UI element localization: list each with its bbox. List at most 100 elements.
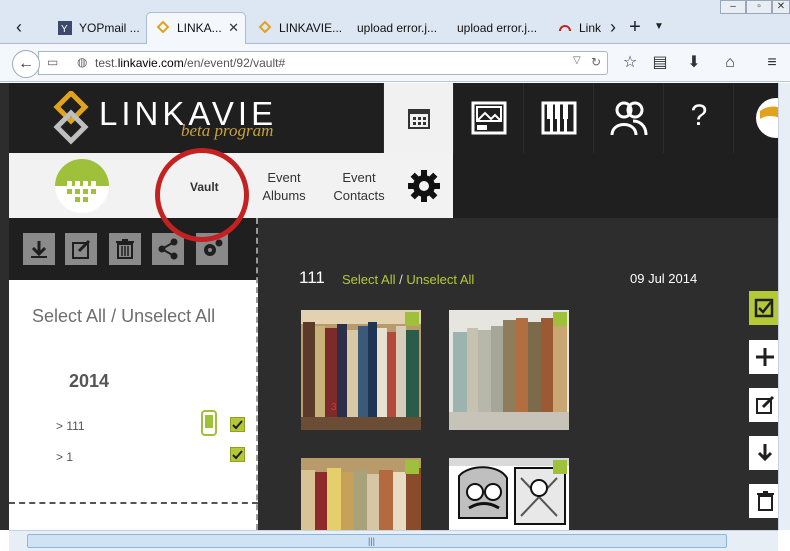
photo-thumbnail[interactable]	[449, 310, 569, 430]
menu-icon[interactable]: ≡	[762, 53, 782, 73]
nav-photo-albums[interactable]	[453, 83, 523, 153]
tab-label: YOPmail ...	[79, 21, 140, 35]
url-text: test.linkavie.com/en/event/92/vault#	[95, 56, 285, 70]
trash-icon	[757, 491, 774, 511]
album-item-111[interactable]: > 111	[56, 419, 85, 433]
photo-select-checkbox[interactable]	[405, 312, 419, 326]
tab-label: LINKA...	[177, 21, 222, 35]
url-domain: linkavie.com	[117, 56, 184, 70]
photo-thumbnail[interactable]	[301, 458, 421, 530]
address-bar[interactable]: ▭ ◍ test.linkavie.com/en/event/92/vault#…	[38, 51, 608, 75]
checkbox-icon	[754, 298, 774, 318]
delete-button[interactable]	[109, 233, 141, 265]
browser-tab-link[interactable]: Link	[548, 12, 604, 44]
piano-icon	[541, 101, 577, 135]
tab-scroll-right-icon[interactable]: ›	[604, 14, 622, 40]
tab-label: upload error.j...	[357, 21, 438, 35]
horizontal-scrollbar[interactable]: |||	[9, 530, 778, 551]
sidebar-select-all-link[interactable]: Select All	[32, 306, 106, 326]
tab-scroll-left-icon[interactable]: ‹	[10, 14, 28, 40]
event-avatar[interactable]	[55, 159, 109, 213]
new-tab-icon[interactable]: +	[626, 14, 644, 40]
download-button[interactable]	[23, 233, 55, 265]
add-photo-button[interactable]	[749, 340, 778, 374]
download-photo-button[interactable]	[749, 436, 778, 470]
nav-calendar[interactable]	[383, 83, 453, 153]
nav-contacts[interactable]	[593, 83, 663, 153]
tab-label-line2: Contacts	[333, 188, 385, 203]
url-dropdown-icon[interactable]: ▽	[573, 55, 581, 66]
gallery-select-all-link[interactable]: Select All	[342, 272, 395, 287]
arrow-left-icon: ←	[18, 55, 34, 72]
nav-help[interactable]: ?	[663, 83, 733, 153]
subnav-spacer	[453, 153, 778, 218]
photo-select-checkbox[interactable]	[553, 460, 567, 474]
photo-album-icon	[471, 101, 507, 135]
photo-thumbnail[interactable]	[449, 458, 569, 530]
share-button[interactable]	[152, 233, 184, 265]
photo-select-checkbox[interactable]	[405, 460, 419, 474]
downloads-icon[interactable]: ⬇	[684, 53, 704, 73]
browser-tab-upload-error-2[interactable]: upload error.j...	[448, 12, 546, 44]
minimize-icon[interactable]: –	[720, 0, 746, 14]
home-icon[interactable]: ⌂	[720, 53, 740, 73]
user-avatar-menu[interactable]	[733, 83, 778, 153]
tab-label: upload error.j...	[457, 21, 538, 35]
album-item-1[interactable]: > 1	[56, 450, 73, 464]
close-tab-icon[interactable]: ✕	[228, 13, 239, 43]
photo-image	[449, 310, 569, 430]
browser-tab-bar: ‹ Y YOPmail ... LINKA... ✕ LINKAVIE... u…	[0, 0, 790, 44]
sidebar-unselect-all-link[interactable]: Unselect All	[121, 306, 215, 326]
browser-tab-linkavie-active[interactable]: LINKA... ✕	[146, 12, 246, 44]
photo-image	[301, 458, 421, 530]
album-label: > 1	[56, 450, 74, 464]
nav-music[interactable]	[523, 83, 593, 153]
reading-list-icon[interactable]: ▤	[650, 53, 670, 73]
tab-label: LINKAVIE...	[279, 21, 343, 35]
calendar-grid-icon	[67, 181, 96, 202]
globe-icon: ◍	[77, 55, 88, 69]
album-checkbox-1[interactable]	[230, 447, 245, 462]
photo-image	[449, 458, 569, 530]
linkavie-favicon-icon	[156, 21, 170, 34]
trash-icon	[116, 239, 134, 259]
logo[interactable]: LINKAVIE beta program	[9, 83, 383, 153]
edit-photo-button[interactable]	[749, 388, 778, 422]
photo-image: 3	[301, 310, 421, 430]
panel-divider	[256, 218, 258, 530]
page-icon: ▭	[47, 55, 59, 69]
photo-thumbnail[interactable]: 3	[301, 310, 421, 430]
checkmark-icon	[232, 450, 243, 460]
sidebar-select-controls: Select All / Unselect All	[32, 306, 215, 327]
browser-tab-upload-error-1[interactable]: upload error.j...	[348, 12, 446, 44]
reload-icon[interactable]: ↻	[591, 55, 601, 69]
photo-select-checkbox[interactable]	[553, 312, 567, 326]
bookmark-star-icon[interactable]: ☆	[620, 53, 640, 73]
browser-tab-yopmail[interactable]: Y YOPmail ...	[48, 12, 144, 44]
checkmark-icon	[232, 420, 243, 430]
scroll-grip-icon: |||	[368, 536, 376, 546]
tab-label-line1: Event	[267, 170, 301, 185]
edit-button[interactable]	[65, 233, 97, 265]
delete-photo-button[interactable]	[749, 484, 778, 518]
gear-icon[interactable]	[407, 169, 441, 203]
vertical-scrollbar[interactable]	[778, 83, 790, 530]
back-button[interactable]: ←	[12, 50, 40, 78]
close-window-icon[interactable]: ✕	[772, 0, 790, 14]
tab-event-albums[interactable]: Event Albums	[259, 169, 309, 205]
album-label: > 111	[56, 419, 85, 433]
linkavie-favicon-icon	[258, 21, 272, 34]
tab-label: Link	[579, 21, 602, 35]
tab-event-contacts[interactable]: Event Contacts	[329, 169, 389, 205]
horizontal-scrollbar-thumb[interactable]: |||	[27, 534, 727, 548]
album-date: 09 Jul 2014	[630, 271, 698, 286]
maximize-icon[interactable]: ▫	[746, 0, 772, 14]
browser-tab-linkavie[interactable]: LINKAVIE...	[248, 12, 346, 44]
album-checkbox-111[interactable]	[230, 417, 245, 432]
divider	[9, 502, 258, 504]
gallery-unselect-all-link[interactable]: Unselect All	[406, 272, 474, 287]
select-mode-button[interactable]	[749, 291, 778, 325]
photo-gallery: 111 Select All / Unselect All 09 Jul 201…	[260, 218, 746, 530]
svg-text:Y: Y	[61, 24, 68, 35]
tab-list-chevron-down-icon[interactable]: ▼	[650, 14, 668, 40]
